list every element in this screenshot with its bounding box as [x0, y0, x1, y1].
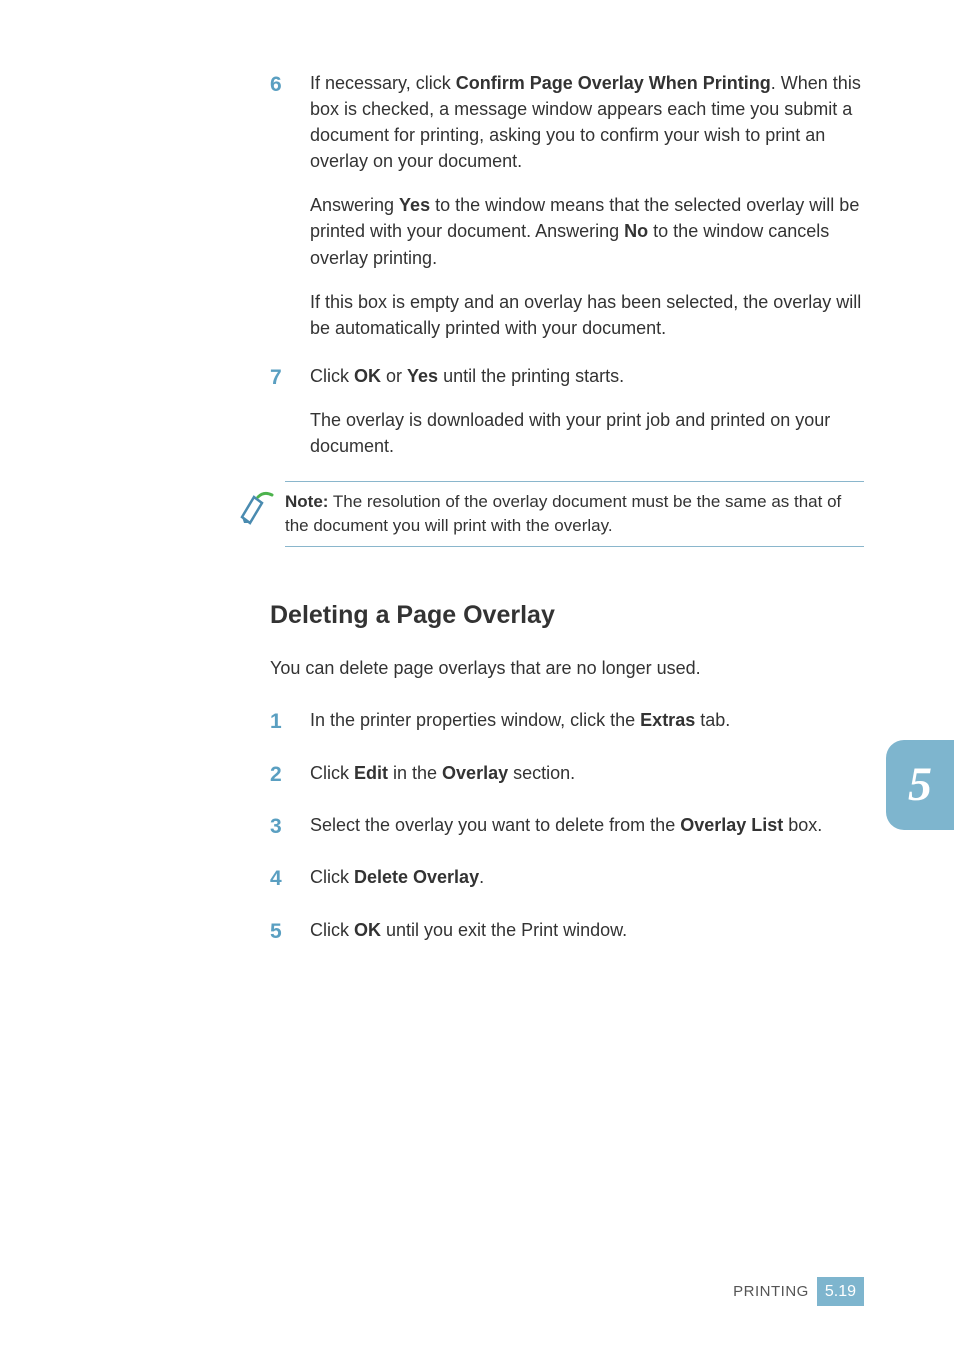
step-body: Click Delete Overlay. — [310, 864, 864, 894]
bold-text: Delete Overlay — [354, 867, 479, 887]
step: 5Click OK until you exit the Print windo… — [270, 917, 864, 947]
bold-text: Extras — [640, 710, 695, 730]
text-run: until the printing starts. — [438, 366, 624, 386]
text-run: If necessary, click — [310, 73, 456, 93]
text-run: Answering — [310, 195, 399, 215]
step-paragraph: Click OK until you exit the Print window… — [310, 917, 864, 943]
step-body: In the printer properties window, click … — [310, 707, 864, 737]
section-heading: Deleting a Page Overlay — [270, 597, 864, 633]
page-footer: PRINTING 5.19 — [733, 1277, 864, 1306]
note-text: Note: The resolution of the overlay docu… — [285, 481, 864, 547]
note-body: The resolution of the overlay document m… — [285, 492, 841, 535]
step: 1In the printer properties window, click… — [270, 707, 864, 737]
note-label: Note: — [285, 492, 328, 511]
text-run: Click — [310, 920, 354, 940]
bold-text: OK — [354, 366, 381, 386]
text-run: in the — [388, 763, 442, 783]
text-run: until you exit the Print window. — [381, 920, 627, 940]
text-run: Click — [310, 867, 354, 887]
bold-text: No — [624, 221, 648, 241]
step-paragraph: Select the overlay you want to delete fr… — [310, 812, 864, 838]
note-icon — [240, 489, 285, 532]
text-run: section. — [508, 763, 575, 783]
step-number: 5 — [270, 917, 310, 947]
step-body: If necessary, click Confirm Page Overlay… — [310, 70, 864, 341]
step-number: 1 — [270, 707, 310, 737]
bold-text: Overlay — [442, 763, 508, 783]
step: 2Click Edit in the Overlay section. — [270, 760, 864, 790]
step-paragraph: If this box is empty and an overlay has … — [310, 289, 864, 341]
text-run: tab. — [695, 710, 730, 730]
text-run: . — [479, 867, 484, 887]
bold-text: Yes — [407, 366, 438, 386]
step-body: Click OK until you exit the Print window… — [310, 917, 864, 947]
step-number: 3 — [270, 812, 310, 842]
text-run: Click — [310, 366, 354, 386]
step-paragraph: The overlay is downloaded with your prin… — [310, 407, 864, 459]
note-block: Note: The resolution of the overlay docu… — [240, 481, 864, 547]
footer-page: 19 — [838, 1283, 856, 1300]
step-number: 7 — [270, 363, 310, 459]
chapter-tab: 5 — [886, 740, 954, 830]
bold-text: Yes — [399, 195, 430, 215]
footer-section-label: PRINTING — [733, 1281, 809, 1303]
step-body: Select the overlay you want to delete fr… — [310, 812, 864, 842]
intro-text: You can delete page overlays that are no… — [270, 655, 864, 681]
step-number: 2 — [270, 760, 310, 790]
text-run: box. — [783, 815, 822, 835]
chapter-tab-number: 5 — [908, 750, 932, 820]
step-paragraph: In the printer properties window, click … — [310, 707, 864, 733]
bold-text: Edit — [354, 763, 388, 783]
footer-chapter: 5 — [825, 1283, 834, 1300]
bold-text: Overlay List — [680, 815, 783, 835]
step-paragraph: Click Delete Overlay. — [310, 864, 864, 890]
bold-text: Confirm Page Overlay When Printing — [456, 73, 771, 93]
step-body: Click Edit in the Overlay section. — [310, 760, 864, 790]
step: 7Click OK or Yes until the printing star… — [270, 363, 864, 459]
text-run: Click — [310, 763, 354, 783]
text-run: If this box is empty and an overlay has … — [310, 292, 861, 338]
step: 4Click Delete Overlay. — [270, 864, 864, 894]
bold-text: OK — [354, 920, 381, 940]
text-run: Select the overlay you want to delete fr… — [310, 815, 680, 835]
step-number: 6 — [270, 70, 310, 341]
step-paragraph: If necessary, click Confirm Page Overlay… — [310, 70, 864, 174]
text-run: or — [381, 366, 407, 386]
step-number: 4 — [270, 864, 310, 894]
step: 6If necessary, click Confirm Page Overla… — [270, 70, 864, 341]
step-paragraph: Click OK or Yes until the printing start… — [310, 363, 864, 389]
step-paragraph: Click Edit in the Overlay section. — [310, 760, 864, 786]
step-body: Click OK or Yes until the printing start… — [310, 363, 864, 459]
text-run: The overlay is downloaded with your prin… — [310, 410, 830, 456]
text-run: In the printer properties window, click … — [310, 710, 640, 730]
page-content: 6If necessary, click Confirm Page Overla… — [0, 0, 954, 947]
step-paragraph: Answering Yes to the window means that t… — [310, 192, 864, 270]
step: 3Select the overlay you want to delete f… — [270, 812, 864, 842]
page-number-box: 5.19 — [817, 1277, 864, 1306]
